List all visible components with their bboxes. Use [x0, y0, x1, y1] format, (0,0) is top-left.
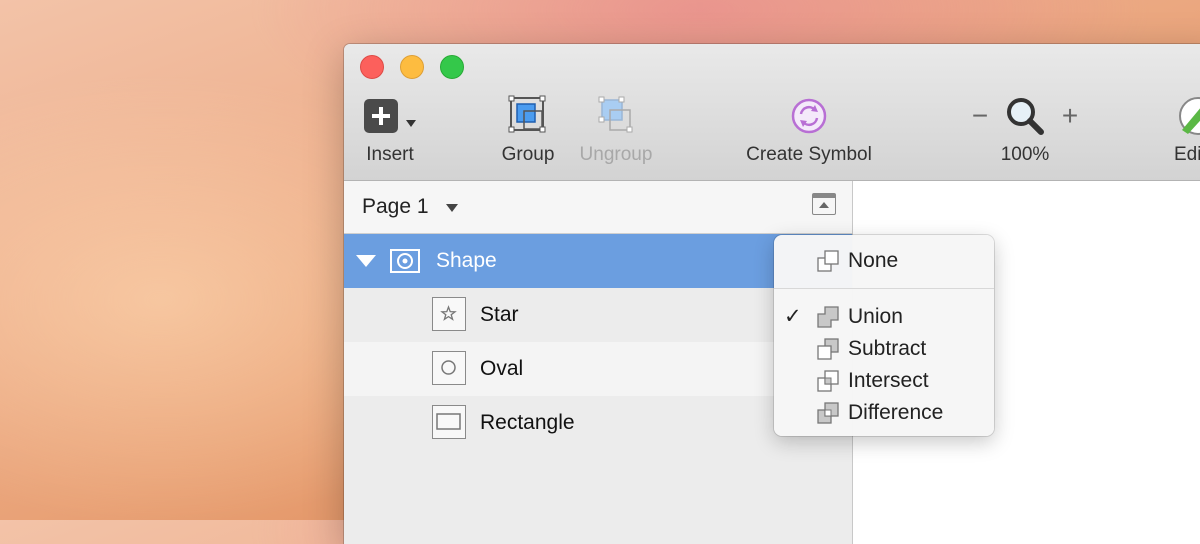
checkmark-icon: ✓ — [784, 305, 802, 328]
menu-item-difference[interactable]: Difference — [774, 398, 994, 428]
star-icon — [432, 297, 466, 331]
zoom-out-button[interactable]: − — [968, 100, 992, 132]
boolean-union-icon — [817, 306, 839, 328]
menu-item-none[interactable]: None — [774, 246, 994, 276]
ungroup-label: Ungroup — [579, 144, 653, 165]
menu-item-difference-label: Difference — [848, 401, 944, 424]
ungroup-icon — [598, 96, 633, 133]
disclosure-triangle-icon[interactable] — [356, 255, 376, 267]
create-symbol-label: Create Symbol — [746, 144, 872, 165]
insert-dropdown-caret-icon — [406, 120, 416, 127]
menu-item-union-label: Union — [848, 305, 903, 328]
layer-name-oval: Oval — [480, 357, 524, 380]
edit-pen-icon — [1179, 97, 1200, 135]
close-window-button[interactable] — [360, 55, 384, 79]
oval-icon — [432, 351, 466, 385]
toolbar: Insert Group Ungroup Create Symbol − + 1… — [344, 44, 1200, 181]
shape-group-icon — [390, 249, 420, 273]
zoom-window-button[interactable] — [440, 55, 464, 79]
magnifier-icon — [1007, 98, 1044, 135]
boolean-subtract-icon — [817, 338, 839, 360]
menu-item-intersect-label: Intersect — [848, 369, 929, 392]
boolean-intersect-icon — [817, 370, 839, 392]
insert-button[interactable]: Insert — [358, 94, 422, 166]
menu-separator — [774, 288, 994, 289]
app-window: Insert Group Ungroup Create Symbol − + 1… — [344, 44, 1200, 544]
layer-name-star: Star — [480, 303, 519, 326]
edit-button[interactable]: Edit — [1162, 94, 1200, 166]
create-symbol-button[interactable]: Create Symbol — [736, 94, 882, 166]
page-name: Page 1 — [362, 195, 429, 218]
insert-label: Insert — [366, 144, 414, 165]
zoom-level: 100% — [1000, 144, 1050, 165]
rectangle-icon — [432, 405, 466, 439]
boolean-difference-icon — [817, 402, 839, 424]
zoom-in-button[interactable]: + — [1058, 100, 1082, 132]
ungroup-button[interactable]: Ungroup — [576, 94, 656, 166]
menu-item-intersect[interactable]: Intersect — [774, 366, 994, 396]
menu-item-none-label: None — [848, 249, 899, 272]
zoom-control: − + 100% — [968, 94, 1082, 166]
boolean-none-icon — [817, 250, 839, 272]
create-symbol-icon — [791, 98, 827, 134]
menu-item-union[interactable]: ✓ Union — [774, 302, 994, 332]
layer-name-shape: Shape — [436, 249, 497, 272]
page-dropdown-caret-icon[interactable] — [446, 204, 458, 212]
minimize-window-button[interactable] — [400, 55, 424, 79]
group-icon — [508, 95, 546, 133]
layer-name-rectangle: Rectangle — [480, 411, 575, 434]
insert-plus-icon — [364, 99, 416, 133]
group-button[interactable]: Group — [496, 94, 560, 166]
collapse-pages-icon[interactable] — [812, 193, 836, 215]
menu-item-subtract-label: Subtract — [848, 337, 927, 360]
edit-label: Edit — [1174, 144, 1200, 165]
group-label: Group — [501, 144, 555, 165]
menu-item-subtract[interactable]: Subtract — [774, 334, 994, 364]
page-selector[interactable]: Page 1 — [344, 181, 852, 234]
boolean-operation-menu: None ✓ Union Subtract Intersect Differen… — [774, 235, 994, 436]
